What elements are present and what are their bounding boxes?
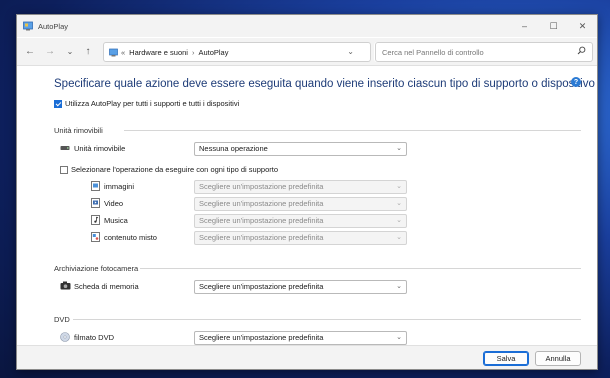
video-select-value: Scegliere un'impostazione predefinita: [199, 199, 324, 208]
section-divider: [124, 130, 581, 131]
autoplay-window: AutoPlay – ☐ ✕ ← → ⌄ ↑ « Hardware e suon…: [16, 14, 598, 370]
video-icon: [91, 198, 101, 208]
media-label-video: Video: [104, 199, 124, 208]
maximize-button[interactable]: ☐: [539, 15, 568, 37]
mixed-content-select[interactable]: Scegliere un'impostazione predefinita ⌄: [194, 231, 407, 245]
address-bar[interactable]: « Hardware e suoni › AutoPlay ⌄: [103, 42, 371, 62]
pictures-icon: [91, 181, 101, 191]
removable-drive-select[interactable]: Nessuna operazione ⌄: [194, 142, 407, 156]
close-button[interactable]: ✕: [568, 15, 597, 37]
per-media-label: Selezionare l'operazione da eseguire con…: [71, 165, 278, 174]
search-icon[interactable]: [577, 46, 586, 57]
dvd-movie-select-value: Scegliere un'impostazione predefinita: [199, 333, 324, 342]
video-select[interactable]: Scegliere un'impostazione predefinita ⌄: [194, 197, 407, 211]
removable-drive-label: Unità rimovibile: [74, 144, 126, 153]
pictures-select-value: Scegliere un'impostazione predefinita: [199, 182, 324, 191]
pictures-select[interactable]: Scegliere un'impostazione predefinita ⌄: [194, 180, 407, 194]
media-label-music: Musica: [104, 216, 128, 225]
recent-locations-button[interactable]: ⌄: [63, 44, 77, 58]
minimize-button[interactable]: –: [510, 15, 539, 37]
navigation-bar: ← → ⌄ ↑ « Hardware e suoni › AutoPlay ⌄ …: [17, 38, 597, 66]
mixed-content-icon: [91, 232, 101, 242]
media-label-mixed: contenuto misto: [104, 233, 157, 242]
title-bar: AutoPlay – ☐ ✕: [17, 15, 597, 37]
help-icon[interactable]: ?: [571, 77, 581, 87]
up-button[interactable]: ↑: [81, 44, 95, 58]
window-title: AutoPlay: [38, 21, 69, 31]
per-media-checkbox[interactable]: [60, 166, 68, 174]
dvd-disc-icon: [60, 332, 70, 342]
camera-section-title: Archiviazione fotocamera: [54, 264, 139, 273]
chevron-down-icon: ⌄: [396, 217, 402, 224]
memory-card-select[interactable]: Scegliere un'impostazione predefinita ⌄: [194, 280, 407, 294]
mixed-content-select-value: Scegliere un'impostazione predefinita: [199, 233, 324, 242]
memory-card-label: Scheda di memoria: [74, 282, 139, 291]
chevron-down-icon: ⌄: [396, 183, 402, 190]
music-icon: [91, 215, 101, 225]
music-select-value: Scegliere un'impostazione predefinita: [199, 216, 324, 225]
chevron-down-icon: ⌄: [396, 283, 402, 290]
removable-drive-icon: [60, 143, 70, 153]
chevron-down-icon: ⌄: [396, 234, 402, 241]
dvd-movie-label: filmato DVD: [74, 333, 115, 342]
section-divider: [140, 268, 581, 269]
chevron-down-icon: ⌄: [396, 334, 402, 341]
media-label-pictures: immagini: [104, 182, 135, 191]
chevron-down-icon: ⌄: [396, 145, 402, 152]
search-box[interactable]: Cerca nel Pannello di controllo: [375, 42, 593, 62]
memory-card-select-value: Scegliere un'impostazione predefinita: [199, 282, 324, 291]
chevron-down-icon: ⌄: [396, 200, 402, 207]
address-dropdown-icon[interactable]: ⌄: [347, 47, 354, 56]
main-content: Specificare quale azione deve essere ese…: [17, 67, 597, 345]
section-divider: [73, 319, 581, 320]
dvd-movie-select[interactable]: Scegliere un'impostazione predefinita ⌄: [194, 331, 407, 345]
music-select[interactable]: Scegliere un'impostazione predefinita ⌄: [194, 214, 407, 228]
breadcrumb-separator: ›: [191, 47, 195, 57]
save-button[interactable]: Salva: [483, 351, 529, 366]
search-placeholder: Cerca nel Pannello di controllo: [382, 47, 484, 57]
removable-drive-value: Nessuna operazione: [199, 144, 268, 153]
use-autoplay-checkbox[interactable]: [54, 100, 62, 108]
removable-section-title: Unità rimovibili: [54, 126, 103, 135]
control-panel-icon: [109, 48, 118, 57]
control-panel-icon: [23, 21, 33, 31]
breadcrumb-overflow[interactable]: «: [121, 48, 125, 57]
cancel-button[interactable]: Annulla: [535, 351, 581, 366]
dvd-section-title: DVD: [54, 315, 70, 324]
dialog-footer: Salva Annulla: [17, 345, 597, 369]
breadcrumb-hardware[interactable]: Hardware e suoni: [129, 48, 188, 57]
memory-card-icon: [60, 281, 71, 291]
breadcrumb-autoplay[interactable]: AutoPlay: [198, 48, 228, 57]
page-heading: Specificare quale azione deve essere ese…: [54, 78, 595, 90]
back-button[interactable]: ←: [23, 44, 37, 58]
use-autoplay-label: Utilizza AutoPlay per tutti i supporti e…: [65, 99, 240, 108]
forward-button[interactable]: →: [43, 44, 57, 58]
